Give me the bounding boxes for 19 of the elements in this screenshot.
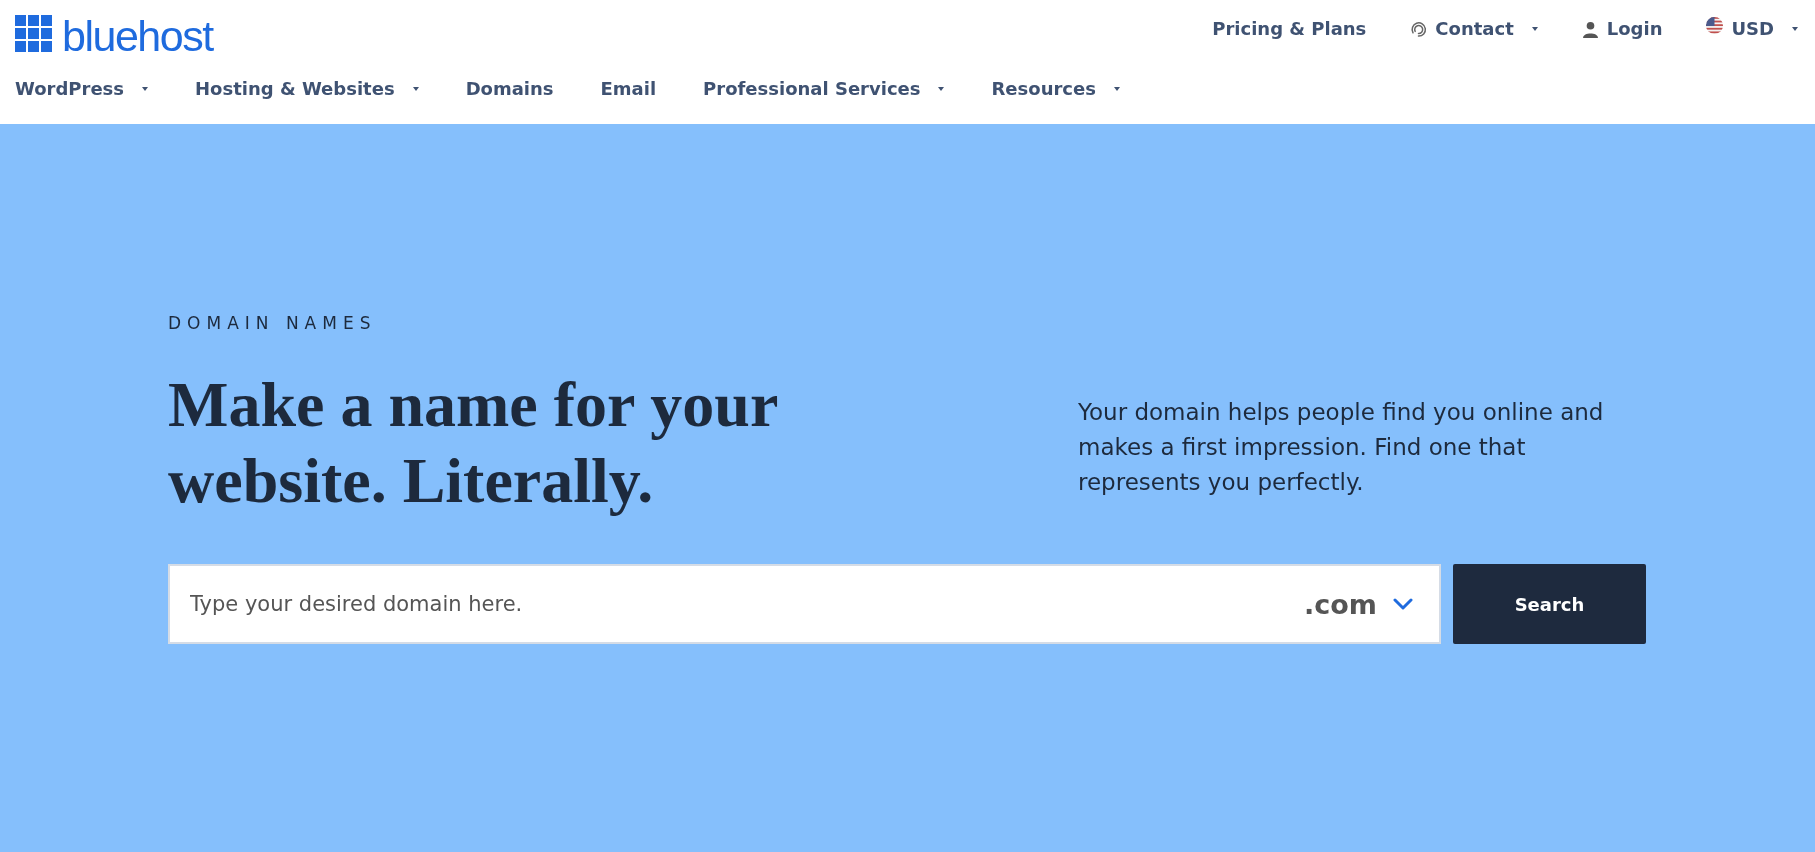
- flag-icon: [1706, 16, 1724, 34]
- nav-link[interactable]: Hosting & Websites: [195, 77, 419, 101]
- nav-link[interactable]: WordPress: [15, 77, 149, 101]
- nav-link[interactable]: Pricing & Plans: [1212, 17, 1367, 41]
- logo-wordmark[interactable]: bluehost: [62, 14, 213, 58]
- headset-icon: [1410, 20, 1428, 38]
- hero-heading: Make a name for your website. Literally.: [168, 368, 779, 518]
- nav-link[interactable]: Domains: [465, 77, 554, 101]
- nav-link[interactable]: Resources: [991, 77, 1120, 101]
- nav-link[interactable]: USD: [1706, 17, 1798, 41]
- nav-link[interactable]: Email: [600, 77, 657, 101]
- nav-link[interactable]: Professional Services: [703, 77, 945, 101]
- search-button[interactable]: Search: [1453, 564, 1646, 644]
- eyebrow-label: DOMAIN NAMES: [168, 312, 377, 335]
- nav-link[interactable]: Login: [1581, 17, 1663, 41]
- nav-link[interactable]: Contact: [1410, 17, 1538, 41]
- grid-icon[interactable]: [15, 15, 52, 52]
- hero-description: Your domain helps people find you online and makes a first impression. Find one that represents you perfectly.: [1078, 397, 1605, 497]
- person-icon: [1581, 20, 1599, 38]
